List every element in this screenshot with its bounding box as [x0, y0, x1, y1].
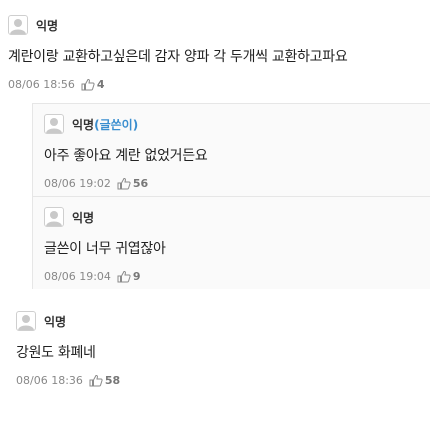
comment-author: 익명: [44, 314, 67, 329]
comment-date: 08/06 19:04: [44, 270, 111, 283]
thumbs-up-icon[interactable]: [117, 177, 131, 190]
comment-meta: 08/06 18:36 58: [16, 374, 430, 387]
comment-header: 익명: [8, 14, 430, 36]
comment-meta: 08/06 19:02 56: [44, 177, 430, 190]
reply-comment: 익명 글쓴이 너무 귀엽잖아 08/06 19:04 9: [32, 196, 430, 289]
comment-author: 익명: [72, 210, 95, 225]
like-count: 58: [104, 374, 121, 387]
like-count: 4: [96, 78, 105, 91]
comment-text: 강원도 화폐네: [16, 345, 96, 361]
comment: 익명 계란이랑 교환하고싶은데 감자 양파 각 두개씩 교환하고파요 08/06…: [0, 14, 430, 91]
comment-author: 익명: [36, 18, 59, 33]
thumbs-up-icon[interactable]: [117, 270, 131, 283]
comment-author: 익명(글쓴이): [72, 116, 138, 133]
comment-header: 익명: [16, 310, 430, 332]
like-count: 56: [132, 177, 149, 190]
comment-text: 아주 좋아요 계란 없었거든요: [44, 148, 208, 164]
user-avatar-icon: [44, 207, 64, 227]
reply-comment: 익명(글쓴이) 아주 좋아요 계란 없었거든요 08/06 19:02 56: [32, 103, 430, 196]
thumbs-up-icon[interactable]: [89, 374, 103, 387]
user-avatar-icon: [16, 311, 36, 331]
comment-date: 08/06 18:56: [8, 78, 75, 91]
comment-date: 08/06 18:36: [16, 374, 83, 387]
comment-text: 계란이랑 교환하고싶은데 감자 양파 각 두개씩 교환하고파요: [8, 49, 348, 65]
author-tag: (글쓴이): [94, 117, 139, 132]
thumbs-up-icon[interactable]: [81, 78, 95, 91]
user-avatar-icon: [8, 15, 28, 35]
comment-date: 08/06 19:02: [44, 177, 111, 190]
comment: 익명 강원도 화폐네 08/06 18:36 58: [0, 310, 430, 387]
comment-text: 글쓴이 너무 귀엽잖아: [44, 241, 166, 257]
author-name: 익명: [72, 117, 95, 132]
like-count: 9: [132, 270, 141, 283]
user-avatar-icon: [44, 114, 64, 134]
comment-header: 익명: [44, 206, 430, 228]
comment-header: 익명(글쓴이): [44, 113, 430, 135]
comment-meta: 08/06 18:56 4: [8, 78, 430, 91]
comment-meta: 08/06 19:04 9: [44, 270, 430, 283]
